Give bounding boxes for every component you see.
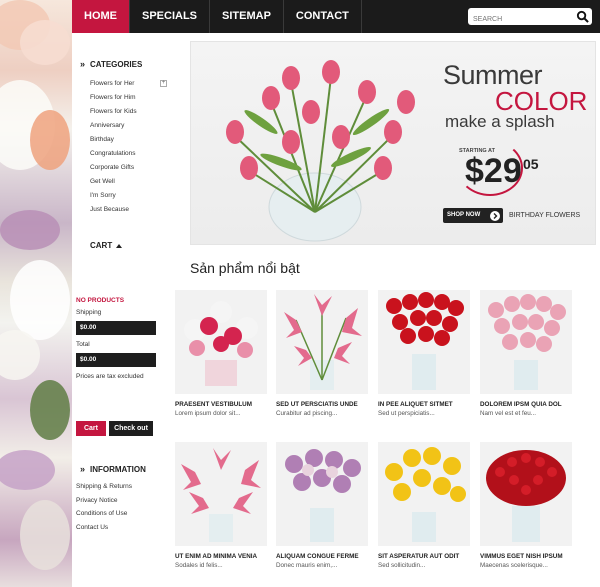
expand-plus-icon[interactable]: +	[160, 80, 167, 87]
nav-specials[interactable]: SPECIALS	[130, 0, 211, 33]
product-description: Nam vel est et feu...	[480, 410, 536, 417]
nav-sitemap[interactable]: SITEMAP	[210, 0, 284, 33]
category-item[interactable]: Flowers for Kids	[90, 105, 137, 119]
product-card[interactable]: IN PEE ALIQUET SITMET Sed ut perspiciati…	[378, 290, 470, 417]
main-nav: HOME SPECIALS SITEMAP CONTACT	[72, 0, 362, 33]
product-card[interactable]: SIT ASPERATUR AUT ODIT Sed sollicitudin.…	[378, 442, 470, 569]
product-name[interactable]: PRAESENT VESTIBULUM	[175, 401, 267, 408]
product-description: Donec mauris enim,...	[276, 562, 338, 569]
information-title: INFORMATION	[72, 464, 146, 474]
information-item[interactable]: Shipping & Returns	[76, 480, 132, 494]
category-item[interactable]: Get Well	[90, 175, 137, 189]
product-image[interactable]	[378, 442, 470, 546]
tax-note: Prices are tax excluded	[76, 373, 144, 380]
banner-price-cents: 05	[523, 156, 539, 172]
lily-bouquet-image	[284, 294, 362, 390]
product-card[interactable]: VIMMUS EGET NISH IPSUM Maecenas sceleris…	[480, 442, 572, 569]
product-image[interactable]	[480, 290, 572, 394]
category-list: Flowers for Her Flowers for Him Flowers …	[90, 77, 137, 217]
promo-banner[interactable]: Summer COLOR make a splash STARTING AT $…	[190, 41, 596, 245]
product-image[interactable]	[276, 442, 368, 546]
total-label: Total	[76, 341, 90, 348]
product-image[interactable]	[378, 290, 470, 394]
category-item[interactable]: Anniversary	[90, 119, 137, 133]
product-description: Lorem ipsum dolor sit...	[175, 410, 241, 417]
product-name[interactable]: IN PEE ALIQUET SITMET	[378, 401, 470, 408]
product-name[interactable]: ALIQUAM CONGUE FERME	[276, 553, 368, 560]
yellow-flowers-image	[385, 447, 466, 542]
pink-roses-image	[488, 294, 566, 390]
product-name[interactable]: VIMMUS EGET NISH IPSUM	[480, 553, 572, 560]
category-item[interactable]: Flowers for Him	[90, 91, 137, 105]
product-image[interactable]	[480, 442, 572, 546]
product-name[interactable]: SED UT PERSCIATIS UNDE	[276, 401, 368, 408]
tulip-bouquet-image	[226, 60, 415, 242]
product-description: Sed sollicitudin...	[378, 562, 426, 569]
shop-now-label: SHOP NOW	[447, 212, 481, 218]
product-card[interactable]: PRAESENT VESTIBULUM Lorem ipsum dolor si…	[175, 290, 267, 417]
arrow-right-icon	[490, 210, 500, 221]
red-roses-image	[386, 292, 464, 390]
product-card[interactable]: UT ENIM AD MINIMA VENIA Sodales id felis…	[175, 442, 267, 569]
product-card[interactable]: DOLOREM IPSM QUIA DOL Nam vel est et feu…	[480, 290, 572, 417]
nav-home[interactable]: HOME	[72, 0, 130, 33]
search-input[interactable]	[468, 11, 572, 28]
lily-arrangement-image	[181, 448, 261, 542]
category-item[interactable]: Flowers for Her	[90, 77, 137, 91]
information-item[interactable]: Privacy Notice	[76, 494, 132, 508]
cart-buttons: Cart Check out	[76, 421, 153, 436]
no-products-label: NO PRODUCTS	[76, 297, 125, 304]
shop-now-button[interactable]: SHOP NOW	[443, 208, 503, 223]
product-name[interactable]: DOLOREM IPSM QUIA DOL	[480, 401, 572, 408]
cart-title[interactable]: CART	[90, 241, 123, 250]
category-item[interactable]: I'm Sorry	[90, 189, 137, 203]
search-icon[interactable]	[576, 10, 589, 23]
information-item[interactable]: Contact Us	[76, 521, 132, 535]
cart-summary: NO PRODUCTS Shipping $0.00 Total $0.00 P…	[76, 295, 156, 380]
banner-caption: BIRTHDAY FLOWERS	[509, 212, 581, 219]
top-navigation-bar: HOME SPECIALS SITEMAP CONTACT	[72, 0, 600, 33]
product-description: Curabitur ad piscing...	[276, 410, 338, 417]
cart-button[interactable]: Cart	[76, 421, 106, 436]
product-image[interactable]	[175, 442, 267, 546]
caret-up-icon	[116, 243, 123, 248]
mixed-bouquet-image	[184, 301, 258, 386]
category-item[interactable]: Just Because	[90, 203, 137, 217]
nav-contact[interactable]: CONTACT	[284, 0, 362, 33]
banner-price: $29	[465, 152, 522, 190]
banner-tagline: make a splash	[445, 112, 555, 131]
total-value: $0.00	[76, 353, 156, 367]
product-card[interactable]: ALIQUAM CONGUE FERME Donec mauris enim,.…	[276, 442, 368, 569]
product-image[interactable]	[276, 290, 368, 394]
categories-title: CATEGORIES	[72, 59, 142, 69]
category-item[interactable]: Birthday	[90, 133, 137, 147]
product-name[interactable]: UT ENIM AD MINIMA VENIA	[175, 553, 267, 560]
product-description: Sed ut perspiciatis...	[378, 410, 435, 417]
checkout-button[interactable]: Check out	[109, 421, 153, 436]
category-item[interactable]: Congratulations	[90, 147, 137, 161]
shipping-label: Shipping	[76, 309, 102, 316]
featured-title: Sản phẩm nổi bật	[190, 260, 300, 276]
shipping-value: $0.00	[76, 321, 156, 335]
information-list: Shipping & Returns Privacy Notice Condit…	[76, 480, 132, 534]
product-card[interactable]: SED UT PERSCIATIS UNDE Curabitur ad pisc…	[276, 290, 368, 417]
red-rose-dome-image	[486, 450, 566, 542]
search-box	[468, 8, 592, 28]
product-description: Maecenas scelerisque...	[480, 562, 548, 569]
left-sidebar: CATEGORIES Flowers for Her Flowers for H…	[72, 33, 174, 587]
product-name[interactable]: SIT ASPERATUR AUT ODIT	[378, 553, 470, 560]
category-item[interactable]: Corporate Gifts	[90, 161, 137, 175]
cart-title-label: CART	[90, 241, 113, 250]
product-description: Sodales id felis...	[175, 562, 223, 569]
purple-roses-image	[285, 449, 361, 542]
product-image[interactable]	[175, 290, 267, 394]
floral-background	[0, 0, 72, 587]
information-item[interactable]: Conditions of Use	[76, 507, 132, 521]
